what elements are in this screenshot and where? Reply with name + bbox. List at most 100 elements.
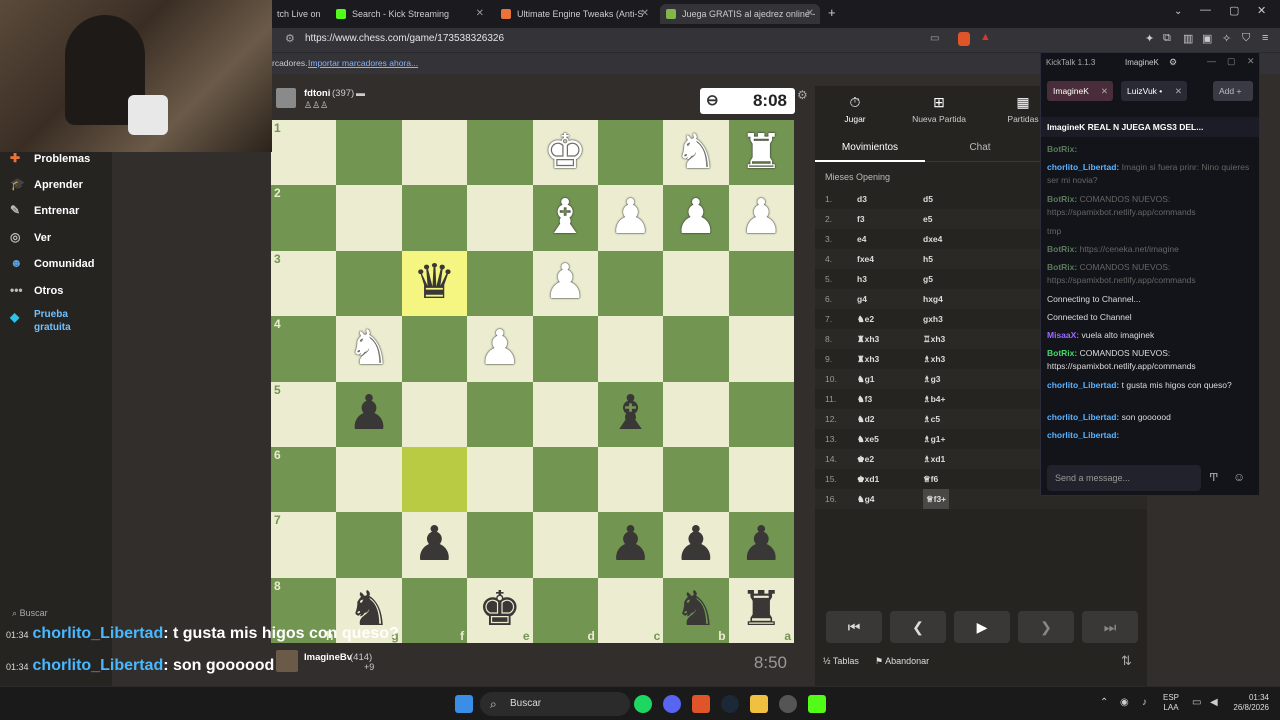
settings-gear-icon[interactable]: ⚙: [797, 88, 808, 102]
wallet-icon[interactable]: ▣: [1202, 32, 1212, 45]
board-square[interactable]: [663, 381, 729, 447]
minimize-icon[interactable]: —: [1200, 4, 1211, 16]
microphone-icon[interactable]: ♪: [1142, 697, 1147, 708]
play-button[interactable]: ⏱ Jugar: [815, 94, 895, 124]
tray-discord-icon[interactable]: ◉: [1120, 697, 1129, 708]
board-square[interactable]: [597, 316, 664, 382]
folder-icon[interactable]: [750, 695, 768, 713]
board-square[interactable]: [728, 250, 794, 317]
nav-item-otros[interactable]: ••• Otros: [10, 280, 63, 300]
black-move[interactable]: hxg4: [923, 289, 943, 309]
chat-username[interactable]: BotRix:: [1047, 262, 1077, 272]
chat-message[interactable]: chorlito_Libertad: t gusta mis higos con…: [1047, 379, 1253, 392]
white-pawn-piece[interactable]: ♟: [544, 259, 587, 307]
board-square[interactable]: ♟: [663, 185, 729, 251]
resign-button[interactable]: ⚑ Abandonar: [875, 656, 929, 667]
black-move[interactable]: ♕f3+: [923, 489, 950, 509]
close-icon[interactable]: ✕: [806, 4, 814, 24]
discord-icon[interactable]: [663, 695, 681, 713]
black-move[interactable]: g5: [923, 269, 933, 289]
player-name[interactable]: fdtoni: [304, 88, 330, 99]
board-square[interactable]: b ♞: [663, 577, 729, 643]
settings-icon[interactable]: ⚙: [1169, 57, 1177, 68]
black-rook-piece[interactable]: ♜: [740, 586, 783, 634]
board-square[interactable]: [401, 381, 468, 447]
channel-tab-imaginek[interactable]: ImagineK ✕: [1047, 81, 1113, 101]
black-move[interactable]: ♗b4+: [923, 389, 946, 409]
black-move[interactable]: h5: [923, 249, 933, 269]
board-square[interactable]: ♟: [336, 381, 402, 447]
board-square[interactable]: [597, 446, 664, 513]
white-pawn-piece[interactable]: ♟: [740, 194, 783, 242]
board-square[interactable]: [336, 446, 402, 513]
white-move[interactable]: ♞g4: [857, 489, 875, 509]
black-bishop-piece[interactable]: ♝: [609, 390, 652, 438]
board-square[interactable]: [663, 316, 729, 382]
black-move[interactable]: dxe4: [923, 229, 942, 249]
chat-username[interactable]: BotRix:: [1047, 348, 1077, 358]
white-pawn-piece[interactable]: ♟: [609, 194, 652, 242]
board-square[interactable]: 5: [271, 381, 337, 447]
chat-username[interactable]: chorlito_Libertad:: [1047, 430, 1119, 440]
tab-engine-tweaks[interactable]: Ultimate Engine Tweaks (Anti-Stutte✕: [495, 4, 655, 24]
white-move[interactable]: ♞f3: [857, 389, 872, 409]
chat-message[interactable]: BotRix: COMANDOS NUEVOS: https://spamixb…: [1047, 261, 1253, 287]
add-channel-button[interactable]: Add +: [1213, 81, 1253, 101]
board-square[interactable]: ♝: [597, 381, 664, 447]
maximize-icon[interactable]: ▢: [1227, 56, 1236, 67]
board-square[interactable]: 4: [271, 316, 337, 382]
black-move[interactable]: ♖xh3: [923, 329, 945, 349]
chat-message[interactable]: Connected to Channel: [1047, 311, 1253, 324]
board-square[interactable]: [532, 316, 598, 382]
board-square[interactable]: 1: [271, 120, 337, 186]
board-square[interactable]: [728, 446, 794, 513]
board-square[interactable]: [467, 120, 533, 186]
white-knight-piece[interactable]: ♞: [674, 128, 717, 177]
black-queen-piece[interactable]: ♛: [413, 259, 456, 307]
board-square[interactable]: [401, 316, 468, 382]
board-square[interactable]: [467, 512, 533, 578]
board-square[interactable]: 2: [271, 185, 337, 251]
board-square[interactable]: [597, 120, 664, 186]
board-square[interactable]: ♟: [728, 185, 794, 251]
board-square[interactable]: [336, 250, 402, 317]
maximize-icon[interactable]: ▢: [1229, 4, 1239, 17]
last-move-button[interactable]: ⏭: [1082, 611, 1138, 643]
chat-username[interactable]: chorlito_Libertad:: [1047, 162, 1119, 172]
black-move[interactable]: ♗xd1: [923, 449, 945, 469]
nav-search[interactable]: ⌕ Buscar: [12, 608, 48, 619]
chat-message[interactable]: BotRix:: [1047, 143, 1253, 156]
black-pawn-piece[interactable]: ♟: [674, 520, 717, 569]
new-game-button[interactable]: ⊞ Nueva Partida: [899, 94, 979, 124]
board-square[interactable]: d: [532, 577, 598, 643]
url-field[interactable]: https://www.chess.com/game/173538326326: [305, 33, 504, 44]
play-moves-button[interactable]: ▶: [954, 611, 1010, 643]
board-square[interactable]: ♟: [597, 185, 664, 251]
white-move[interactable]: ♜xh3: [857, 349, 879, 369]
chat-message[interactable]: MisaaX: vuela alto imaginek: [1047, 329, 1253, 342]
clock[interactable]: 01:34 26/8/2026: [1223, 693, 1269, 713]
nav-item-entrenar[interactable]: ✎ Entrenar: [10, 200, 79, 220]
board-square[interactable]: ♟: [401, 512, 468, 578]
kick-icon[interactable]: [808, 695, 826, 713]
board-square[interactable]: ♛: [401, 250, 468, 317]
board-square[interactable]: [663, 446, 729, 513]
nav-item-aprender[interactable]: 🎓 Aprender: [10, 174, 83, 194]
emoji-icon[interactable]: ☺: [1233, 470, 1245, 484]
close-tab-icon[interactable]: ✕: [1101, 81, 1108, 101]
white-move[interactable]: ♞d2: [857, 409, 875, 429]
draw-button[interactable]: ½ Tablas: [823, 656, 859, 666]
board-square[interactable]: ♜: [728, 120, 794, 186]
steam-icon[interactable]: [721, 695, 739, 713]
nav-item-ver[interactable]: ◎ Ver: [10, 227, 51, 247]
sidebar-icon[interactable]: ▥: [1183, 32, 1193, 45]
white-pawn-piece[interactable]: ♟: [674, 194, 717, 242]
chat-username[interactable]: BotRix:: [1047, 194, 1077, 204]
tab-list-icon[interactable]: ⌄: [1174, 6, 1182, 17]
board-square[interactable]: [532, 512, 598, 578]
chat-username[interactable]: BotRix:: [1047, 144, 1077, 154]
board-square[interactable]: [532, 381, 598, 447]
black-knight-piece[interactable]: ♞: [674, 586, 717, 634]
board-square[interactable]: [467, 250, 533, 317]
board-square[interactable]: 6: [271, 446, 337, 513]
